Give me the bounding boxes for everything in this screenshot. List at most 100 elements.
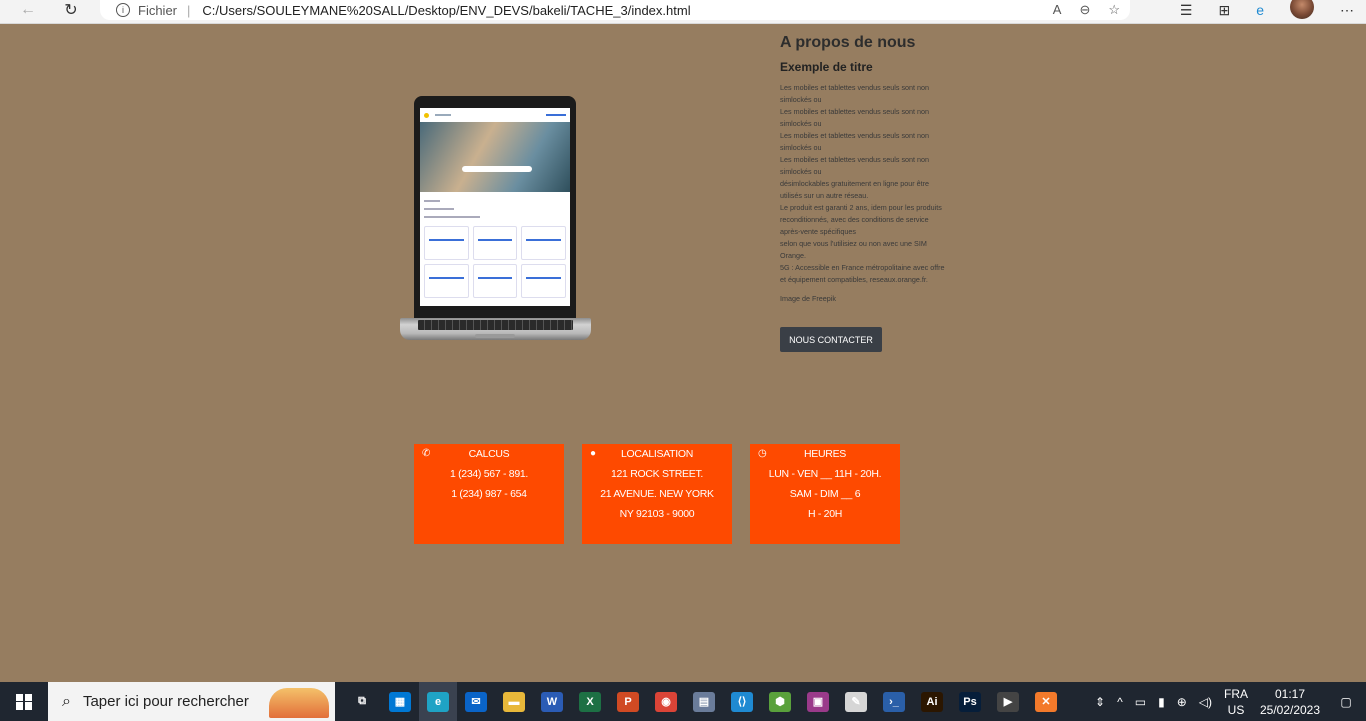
task-view-icon-glyph: ⧉ xyxy=(358,695,366,707)
about-line: désimlockables gratuitement en ligne pou… xyxy=(780,179,930,188)
keyboard-layout: US xyxy=(1227,702,1245,717)
card-line: LUN - VEN __ 11H - 20H. xyxy=(768,468,882,480)
meet-icon[interactable]: ▭ xyxy=(1129,695,1152,709)
xampp-icon[interactable]: ✕ xyxy=(1027,682,1065,721)
printer-app-icon-glyph: ▤ xyxy=(693,691,715,712)
mail-icon[interactable]: ✉ xyxy=(457,682,495,721)
file-explorer-icon-glyph: ▬ xyxy=(503,691,525,712)
about-line: simlockés ou xyxy=(780,167,822,176)
taskbar-search[interactable]: ⌕ Taper ici pour rechercher xyxy=(48,682,335,721)
about-line: et équipement compatibles, reseaux.orang… xyxy=(780,275,928,284)
nodejs-icon[interactable]: ⬢ xyxy=(761,682,799,721)
vscode-icon[interactable]: ⟨⟩ xyxy=(723,682,761,721)
laptop-lid xyxy=(414,96,576,320)
photoshop-icon[interactable]: Ps xyxy=(951,682,989,721)
card-line: NY 92103 - 9000 xyxy=(619,508,695,520)
card-line: H - 20H xyxy=(807,508,843,520)
media-player-icon[interactable]: ▶ xyxy=(989,682,1027,721)
illustrator-icon[interactable]: Ai xyxy=(913,682,951,721)
battery-icon[interactable]: ▮ xyxy=(1152,695,1171,709)
favorites-icon[interactable]: ☰ xyxy=(1180,2,1193,19)
map-pin-icon: ● xyxy=(590,448,596,459)
collections-icon[interactable]: ⊞ xyxy=(1218,2,1230,19)
file-explorer-icon[interactable]: ▬ xyxy=(495,682,533,721)
scroll-arrows-icon[interactable]: ⇕ xyxy=(1089,695,1111,709)
edge-icon-glyph: e xyxy=(427,691,449,712)
about-line: Les mobiles et tablettes vendus seuls so… xyxy=(780,131,930,140)
clock-date: 25/02/2023 xyxy=(1259,702,1321,717)
url-text[interactable]: C:/Users/SOULEYMANE%20SALL/Desktop/ENV_D… xyxy=(202,3,690,18)
edge-bar-icon[interactable]: e xyxy=(1256,2,1264,18)
system-tray: ⇕ ^ ▭ ▮ ⊕ ◁) FRA US 01:17 25/02/2023 ▢ xyxy=(1089,682,1366,721)
task-view-icon[interactable]: ⧉ xyxy=(343,682,381,721)
about-line: reconditionnés, avec des conditions de s… xyxy=(780,215,929,224)
chrome-icon-glyph: ◉ xyxy=(655,691,677,712)
about-line: Les mobiles et tablettes vendus seuls so… xyxy=(780,155,930,164)
url-separator: | xyxy=(187,2,191,18)
word-icon[interactable]: W xyxy=(533,682,571,721)
winrar-icon[interactable]: ▣ xyxy=(799,682,837,721)
more-options-icon[interactable]: ⋯ xyxy=(1340,2,1354,19)
vscode-icon-glyph: ⟨⟩ xyxy=(731,691,753,712)
nodejs-icon-glyph: ⬢ xyxy=(769,691,791,712)
add-favorite-icon[interactable]: ☆ xyxy=(1108,2,1120,18)
notifications-icon[interactable]: ▢ xyxy=(1326,695,1366,709)
back-icon[interactable]: ← xyxy=(18,0,38,20)
ms-store-icon-glyph: ▦ xyxy=(389,691,411,712)
excel-icon[interactable]: X xyxy=(571,682,609,721)
search-placeholder: Taper ici pour rechercher xyxy=(82,693,249,710)
about-title: A propos de nous xyxy=(780,34,916,51)
start-button[interactable] xyxy=(0,682,48,721)
media-player-icon-glyph: ▶ xyxy=(997,691,1019,712)
laptop-trackpad xyxy=(475,334,515,338)
info-icon[interactable]: i xyxy=(116,3,130,17)
laptop-image xyxy=(400,96,591,358)
language-code: FRA xyxy=(1224,686,1248,701)
network-icon[interactable]: ⊕ xyxy=(1171,695,1193,709)
word-icon-glyph: W xyxy=(541,691,563,712)
card-line: 1 (234) 567 - 891. xyxy=(449,468,529,480)
taskbar: ⌕ Taper ici pour rechercher ⧉ ▦ e ✉ ▬ W X P ◉ ▤ ⟨⟩… xyxy=(0,682,1366,721)
volume-icon[interactable]: ◁) xyxy=(1193,695,1218,709)
edge-icon[interactable]: e xyxy=(419,682,457,721)
image-credit: Image de Freepik xyxy=(780,294,836,303)
ms-store-icon[interactable]: ▦ xyxy=(381,682,419,721)
winrar-icon-glyph: ▣ xyxy=(807,691,829,712)
illustrator-icon-glyph: Ai xyxy=(921,691,943,712)
photoshop-icon-glyph: Ps xyxy=(959,691,981,712)
browser-actions: ☰ ⊞ e ⋯ xyxy=(1180,0,1354,20)
clock[interactable]: 01:17 25/02/2023 xyxy=(1254,686,1326,718)
about-line: selon que vous l'utilisiez ou non avec u… xyxy=(780,239,927,248)
avatar[interactable] xyxy=(1290,0,1314,19)
contact-card-location: ● LOCALISATION 121 ROCK STREET. 21 AVENUE… xyxy=(582,444,732,544)
address-bar[interactable]: i Fichier | C:/Users/SOULEYMANE%20SALL/D… xyxy=(100,0,1130,20)
printer-app-icon[interactable]: ▤ xyxy=(685,682,723,721)
about-line: simlockés ou xyxy=(780,95,822,104)
card-line: 21 AVENUE. NEW YORK xyxy=(600,488,714,500)
contact-button[interactable]: NOUS CONTACTER xyxy=(780,327,882,352)
refresh-icon[interactable]: ↻ xyxy=(60,0,82,20)
about-line: simlockés ou xyxy=(780,119,822,128)
card-title: HEURES xyxy=(804,448,846,460)
about-section: A propos de nous Exemple de titre Les mo… xyxy=(780,34,965,303)
excel-icon-glyph: X xyxy=(579,691,601,712)
paint-icon[interactable]: ✎ xyxy=(837,682,875,721)
zoom-out-icon[interactable]: ⊖ xyxy=(1079,2,1090,18)
about-line: Les mobiles et tablettes vendus seuls so… xyxy=(780,107,930,116)
powerpoint-icon[interactable]: P xyxy=(609,682,647,721)
powerpoint-icon-glyph: P xyxy=(617,691,639,712)
xampp-icon-glyph: ✕ xyxy=(1035,691,1057,712)
language-indicator[interactable]: FRA US xyxy=(1218,686,1254,718)
about-line: 5G : Accessible en France métropolitaine… xyxy=(780,263,945,272)
phone-icon: ✆ xyxy=(422,448,431,459)
card-title: LOCALISATION xyxy=(620,448,694,460)
powershell-icon[interactable]: ›_ xyxy=(875,682,913,721)
about-line: après-vente spécifiques xyxy=(780,227,856,236)
chrome-icon[interactable]: ◉ xyxy=(647,682,685,721)
about-line: Orange. xyxy=(780,251,806,260)
contact-card-hours: ◷ HEURES LUN - VEN __ 11H - 20H. SAM - DI… xyxy=(750,444,900,544)
read-aloud-icon[interactable]: A xyxy=(1053,2,1062,18)
search-highlight-icon[interactable] xyxy=(269,688,329,718)
show-hidden-icons[interactable]: ^ xyxy=(1111,695,1129,709)
search-icon: ⌕ xyxy=(62,692,71,710)
